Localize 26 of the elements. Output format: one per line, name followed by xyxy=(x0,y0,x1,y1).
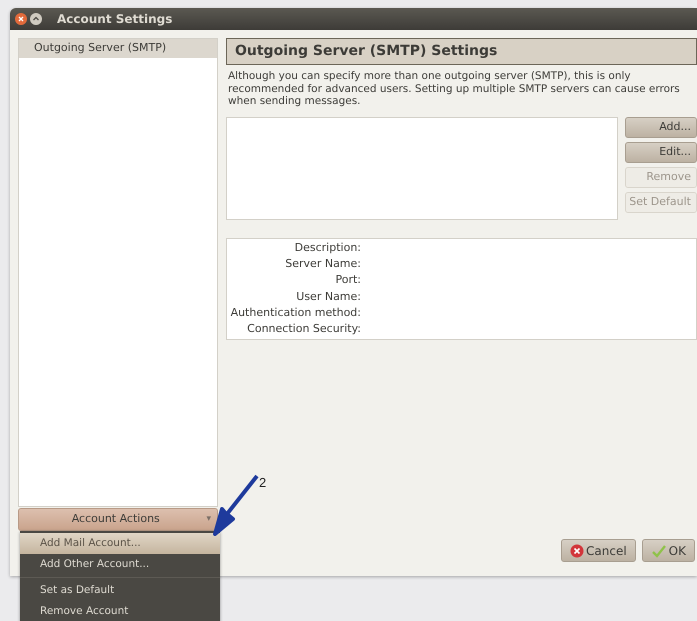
menu-item[interactable]: Add Mail Account... xyxy=(20,533,220,554)
detail-label: User Name: xyxy=(295,288,361,305)
dialog-button[interactable]: OK xyxy=(642,539,695,562)
detail-label: Description: xyxy=(294,240,361,256)
menu-item[interactable]: Remove Account xyxy=(20,601,220,621)
account-item[interactable]: Outgoing Server (SMTP) xyxy=(19,39,217,58)
detail-label: Server Name: xyxy=(284,256,361,272)
detail-label: Port: xyxy=(334,272,361,288)
account-actions-button[interactable]: Account Actions ▾ xyxy=(18,508,218,531)
minimize-icon[interactable] xyxy=(30,13,42,25)
window-title: Account Settings xyxy=(57,11,172,28)
cancel-icon xyxy=(570,544,584,558)
server-action-button[interactable]: Add... xyxy=(625,116,697,138)
section-heading: Outgoing Server (SMTP) Settings xyxy=(226,38,697,65)
close-icon[interactable] xyxy=(15,13,27,25)
annotation-arrow xyxy=(213,474,259,536)
detail-label: Authentication method: xyxy=(230,304,361,321)
checkmark-icon xyxy=(650,544,667,558)
description-text: Although you can specify more than one outgoing server (SMTP), this is only recommended for advanced users. Setting up multiple SMTP servers can cause errors when sending messages. xyxy=(228,70,681,108)
menu-item[interactable]: Add Other Account... xyxy=(20,554,220,575)
caret-icon: ▾ xyxy=(206,512,211,526)
dialog-button[interactable]: Cancel xyxy=(561,539,636,562)
menu-item[interactable]: Set as Default xyxy=(20,580,220,601)
annotation-label: 2 xyxy=(259,474,266,492)
server-action-button[interactable]: Edit... xyxy=(625,142,697,163)
detail-label: Connection Security: xyxy=(246,321,361,338)
